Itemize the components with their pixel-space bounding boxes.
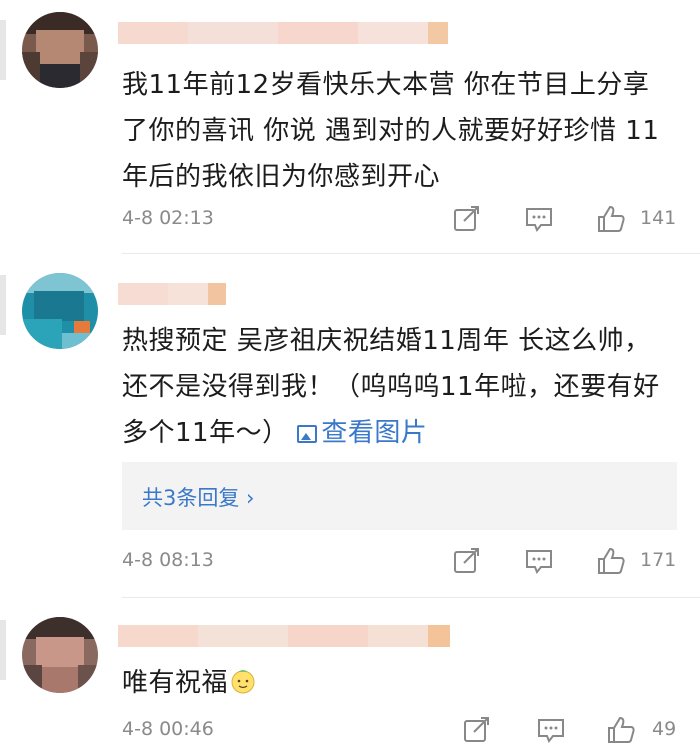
like-icon[interactable] xyxy=(596,547,626,575)
divider xyxy=(122,597,700,598)
scroll-edge xyxy=(0,20,6,80)
comment-text: 唯有祝福 xyxy=(122,660,670,709)
comment-meta: 4-8 02:13 141 xyxy=(122,205,682,235)
comment-text: 我11年前12岁看快乐大本营 你在节目上分享了你的喜讯 你说 遇到对的人就要好好… xyxy=(122,70,660,192)
comment-time: 4-8 02:13 xyxy=(122,207,214,229)
comment-time: 4-8 00:46 xyxy=(122,718,214,740)
replies-box[interactable]: 共3条回复 › xyxy=(122,462,677,530)
comment-text: 热搜预定 吴彦祖庆祝结婚11周年 长这么帅，还不是没得到我！（呜呜呜11年啦，还… xyxy=(122,326,660,448)
username-blurred[interactable] xyxy=(118,22,448,44)
username-blurred[interactable] xyxy=(118,283,226,305)
comment-meta: 4-8 08:13 171 xyxy=(122,547,682,577)
like-count: 171 xyxy=(640,549,677,571)
share-icon[interactable] xyxy=(452,547,482,575)
share-icon[interactable] xyxy=(452,205,482,233)
like-icon[interactable] xyxy=(606,716,636,744)
replies-link[interactable]: 共3条回复 › xyxy=(142,482,254,512)
like-count: 141 xyxy=(640,207,677,229)
like-icon[interactable] xyxy=(596,205,626,233)
scroll-edge xyxy=(0,620,6,680)
scroll-edge xyxy=(0,275,6,335)
avatar[interactable] xyxy=(22,617,98,693)
comment-icon[interactable] xyxy=(524,205,554,233)
comment-time: 4-8 08:13 xyxy=(122,549,214,571)
avatar[interactable] xyxy=(22,273,98,349)
comment-icon[interactable] xyxy=(536,716,566,744)
view-image-link[interactable]: 查看图片 xyxy=(297,418,427,448)
avatar[interactable] xyxy=(22,12,98,88)
share-icon[interactable] xyxy=(462,716,492,744)
divider xyxy=(122,253,700,254)
username-blurred[interactable] xyxy=(118,625,450,647)
like-count: 49 xyxy=(652,718,677,740)
emoji-icon xyxy=(230,663,256,709)
comment-meta: 4-8 00:46 49 xyxy=(122,716,682,746)
image-icon xyxy=(297,425,318,443)
comment-icon[interactable] xyxy=(524,547,554,575)
